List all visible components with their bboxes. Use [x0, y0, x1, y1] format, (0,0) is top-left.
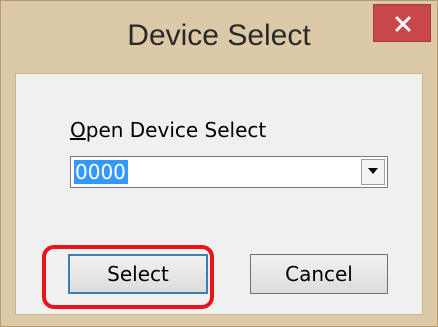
label-mnemonic: O: [70, 118, 86, 142]
label-text: pen Device Select: [85, 118, 267, 142]
open-device-select-label: Open Device Select: [70, 118, 266, 142]
cancel-button[interactable]: Cancel: [250, 254, 388, 294]
title-bar[interactable]: Device Select: [1, 1, 437, 73]
dialog-window: Device Select Open Device Select 0000 Se…: [0, 0, 438, 327]
select-button-highlight: [42, 245, 214, 309]
close-icon: [395, 16, 411, 32]
close-button[interactable]: [373, 4, 431, 42]
chevron-down-icon: [368, 168, 378, 174]
combobox-selected-value[interactable]: 0000: [74, 160, 128, 184]
dropdown-button[interactable]: [361, 159, 385, 185]
device-select-combobox[interactable]: 0000: [70, 156, 388, 188]
window-title: Device Select: [127, 19, 311, 52]
